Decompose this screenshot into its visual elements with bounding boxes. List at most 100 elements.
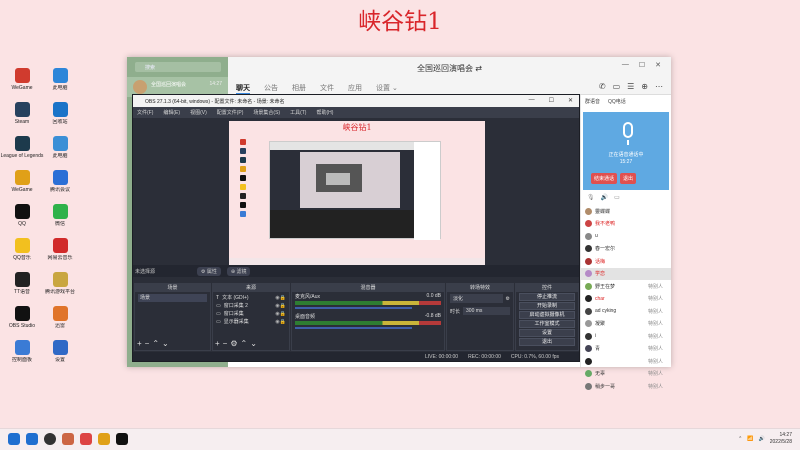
desktop-icon[interactable]: 网易云音乐 <box>38 238 82 267</box>
minimize-icon[interactable]: — <box>529 97 535 104</box>
member-name: 春一宏尔 <box>595 246 616 253</box>
search-input[interactable]: 搜索 <box>135 62 221 72</box>
member-item[interactable]: 青 特别人 <box>581 343 671 356</box>
properties-button[interactable]: ⚙ 属性 <box>197 266 221 276</box>
volume-slider[interactable] <box>295 327 412 329</box>
mixer-dock: 混音器 麦克风/Aux 0.0 dB 桌面音频 -0.8 dB <box>291 283 445 351</box>
clock[interactable]: 14:27 2022/5/28 <box>770 432 792 446</box>
exit-button[interactable]: 退出 <box>519 338 575 346</box>
channel-db: 0.0 dB <box>426 293 441 299</box>
end-call-button[interactable]: 结束通话 <box>591 173 618 184</box>
member-item[interactable]: 稍步一哥 特别人 <box>581 380 671 393</box>
desktop-icon[interactable]: 此电脑 <box>38 136 82 165</box>
stop-streaming-button[interactable]: 停止推流 <box>519 293 575 301</box>
member-item[interactable]: 我不老鸭 <box>581 218 671 231</box>
source-item[interactable]: ▭ 窗口采集 2 ◉🔒 <box>216 302 286 310</box>
desktop-icon[interactable]: 微信 <box>38 204 82 233</box>
tab-album[interactable]: 相册 <box>292 83 306 94</box>
screen-share-icon[interactable]: ▭ <box>613 82 621 91</box>
preview-control-panel-icon <box>240 211 246 217</box>
scene-dock-buttons[interactable]: +−⌃⌄ <box>137 339 172 348</box>
visibility-icon[interactable]: ◉🔒 <box>275 302 286 310</box>
add-member-icon[interactable]: ⊕ <box>641 82 648 91</box>
member-item[interactable]: ad cyking 特别人 <box>581 305 671 318</box>
taskbar-app-icon[interactable] <box>26 433 38 445</box>
obs-preview[interactable]: 峡谷钻1 <box>229 121 485 265</box>
taskbar-app-icon[interactable] <box>116 433 128 445</box>
taskbar-app-icon[interactable] <box>44 433 56 445</box>
transition-select[interactable]: 淡化 <box>450 294 503 303</box>
desktop-icon[interactable]: 设置 <box>38 340 82 369</box>
desktop-icon[interactable]: 回收站 <box>38 102 82 131</box>
visibility-icon[interactable]: ◉🔒 <box>275 318 286 326</box>
tab-qq-call[interactable]: QQ电话 <box>608 98 626 105</box>
studio-mode-button[interactable]: 工作室模式 <box>519 320 575 328</box>
scenes-header: 场景 <box>135 284 210 292</box>
tab-announcement[interactable]: 公告 <box>264 83 278 94</box>
menu-view[interactable]: 视图(V) <box>190 109 207 116</box>
taskbar-app-icon[interactable] <box>98 433 110 445</box>
tab-files[interactable]: 文件 <box>320 83 334 94</box>
tab-apps[interactable]: 应用 <box>348 83 362 94</box>
network-icon[interactable]: 📶 <box>747 436 753 442</box>
source-item[interactable]: ▭ 显示器采集 ◉🔒 <box>216 318 286 326</box>
start-icon[interactable] <box>8 433 20 445</box>
menu-profile[interactable]: 配置文件(P) <box>217 109 244 116</box>
member-item[interactable]: 特别人 <box>581 355 671 368</box>
desktop-icon[interactable]: 腾讯会议 <box>38 170 82 199</box>
speaker-icon[interactable]: 🔊 <box>601 194 608 201</box>
menu-help[interactable]: 帮助(H) <box>316 109 333 116</box>
member-item[interactable]: 学恋 <box>581 267 671 280</box>
chevron-up-icon[interactable]: ⌃ <box>738 436 742 442</box>
source-item[interactable]: ▭ 窗口采集 ◉🔒 <box>216 310 286 318</box>
member-item[interactable]: u <box>581 230 671 243</box>
member-item[interactable]: 话梅 <box>581 255 671 268</box>
member-status: 特别人 <box>647 371 663 378</box>
tab-chat[interactable]: 聊天 <box>236 83 250 94</box>
member-item[interactable]: 野王在梦 特别人 <box>581 280 671 293</box>
menu-scene-collection[interactable]: 场景集合(S) <box>253 109 280 116</box>
member-item[interactable]: i 特别人 <box>581 330 671 343</box>
settings-button[interactable]: 设置 <box>519 329 575 337</box>
mute-icon[interactable]: 🎙 <box>587 194 595 201</box>
close-icon[interactable]: ✕ <box>568 97 573 104</box>
close-icon[interactable]: ✕ <box>655 61 661 69</box>
taskbar-app-icon[interactable] <box>62 433 74 445</box>
filters-button[interactable]: ⊕ 滤镜 <box>226 266 251 276</box>
desktop-icon[interactable]: 此电脑 <box>38 68 82 97</box>
maximize-icon[interactable]: ☐ <box>549 97 554 104</box>
taskbar-app-icon[interactable] <box>80 433 92 445</box>
gear-icon[interactable]: ⚙ <box>506 296 510 302</box>
tab-group-voice[interactable]: 群语音 <box>585 98 600 105</box>
volume-icon[interactable]: 🔊 <box>759 436 765 442</box>
minimize-icon[interactable]: — <box>622 61 629 69</box>
more-icon[interactable]: ⋯ <box>655 82 663 91</box>
menu-tools[interactable]: 工具(T) <box>290 109 306 116</box>
obs-window-controls: — ☐ ✕ <box>529 97 573 104</box>
virtual-camera-button[interactable]: 启动虚拟摄像机 <box>519 311 575 319</box>
tab-settings[interactable]: 设置 ⌄ <box>376 83 398 94</box>
camera-icon[interactable]: ▭ <box>614 194 620 201</box>
source-item[interactable]: T 文本 (GDI+) ◉🔒 <box>216 294 286 302</box>
member-item[interactable]: char 特别人 <box>581 293 671 306</box>
preview-margin-right <box>485 121 579 265</box>
visibility-icon[interactable]: ◉🔒 <box>275 294 286 302</box>
member-item[interactable]: 靈蝶蝶 <box>581 205 671 218</box>
volume-slider[interactable] <box>295 307 412 309</box>
desktop-icon[interactable]: 迅雷 <box>38 306 82 335</box>
phone-icon[interactable]: ✆ <box>599 82 606 91</box>
menu-file[interactable]: 文件(F) <box>137 109 153 116</box>
duration-input[interactable]: 300 ms <box>463 307 510 315</box>
maximize-icon[interactable]: ☐ <box>639 61 645 69</box>
quit-call-button[interactable]: 退出 <box>620 173 637 184</box>
menu-icon[interactable]: ☰ <box>627 82 634 91</box>
desktop-icon[interactable]: 腾讯游戏平台 <box>38 272 82 301</box>
member-item[interactable]: 无辜 特别人 <box>581 368 671 381</box>
member-item[interactable]: 春一宏尔 <box>581 243 671 256</box>
visibility-icon[interactable]: ◉🔒 <box>275 310 286 318</box>
menu-edit[interactable]: 编辑(E) <box>163 109 180 116</box>
source-dock-buttons[interactable]: +−⚙⌃⌄ <box>215 339 260 348</box>
member-item[interactable]: 凝聚 特别人 <box>581 318 671 331</box>
start-recording-button[interactable]: 开始录制 <box>519 302 575 310</box>
scene-item[interactable]: 场景 <box>138 294 207 302</box>
